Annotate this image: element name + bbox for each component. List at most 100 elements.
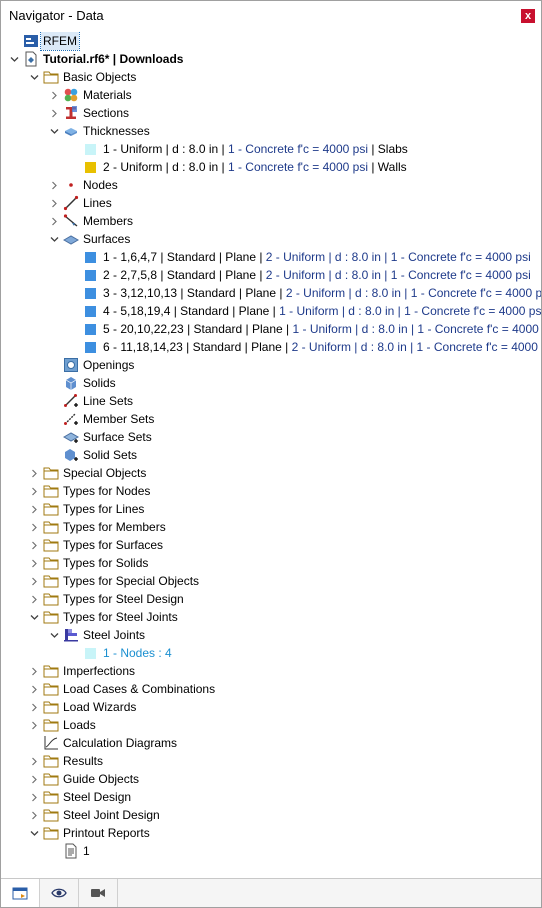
expand-chevron-icon[interactable] bbox=[49, 194, 59, 212]
tree-node-label: Thicknesses bbox=[81, 122, 152, 140]
expand-chevron-icon[interactable] bbox=[49, 212, 59, 230]
folder-icon bbox=[43, 681, 59, 697]
expand-chevron-icon[interactable] bbox=[29, 572, 39, 590]
tree-node[interactable]: Types for Nodes bbox=[1, 482, 541, 500]
expand-chevron-icon[interactable] bbox=[29, 752, 39, 770]
tree-node[interactable]: Surfaces bbox=[1, 230, 541, 248]
tree-node[interactable]: Basic Objects bbox=[1, 68, 541, 86]
tree-node[interactable]: Calculation Diagrams bbox=[1, 734, 541, 752]
expand-chevron-icon[interactable] bbox=[29, 662, 39, 680]
tree-node[interactable]: Types for Solids bbox=[1, 554, 541, 572]
close-button[interactable]: x bbox=[521, 9, 535, 23]
tree-node[interactable]: Types for Members bbox=[1, 518, 541, 536]
tree-node[interactable]: Steel Design bbox=[1, 788, 541, 806]
tree-node[interactable]: Nodes bbox=[1, 176, 541, 194]
collapse-chevron-icon[interactable] bbox=[29, 68, 39, 86]
expand-chevron-icon[interactable] bbox=[29, 536, 39, 554]
collapse-chevron-icon[interactable] bbox=[9, 50, 19, 68]
tree-node[interactable]: Sections bbox=[1, 104, 541, 122]
tree-node[interactable]: Load Cases & Combinations bbox=[1, 680, 541, 698]
expand-chevron-icon[interactable] bbox=[29, 788, 39, 806]
thickness-icon bbox=[63, 123, 79, 139]
folder-icon bbox=[43, 537, 59, 553]
tree-node[interactable]: Types for Surfaces bbox=[1, 536, 541, 554]
tree-node[interactable]: 1 bbox=[1, 842, 541, 860]
folder-icon bbox=[43, 69, 59, 85]
folder-icon bbox=[43, 501, 59, 517]
expand-chevron-icon[interactable] bbox=[49, 176, 59, 194]
expand-chevron-icon[interactable] bbox=[29, 770, 39, 788]
tree-node[interactable]: Types for Special Objects bbox=[1, 572, 541, 590]
label-segment: Load Cases & Combinations bbox=[63, 682, 216, 696]
solid-sets-icon bbox=[63, 447, 79, 463]
label-segment: 2 - Uniform | d : 8.0 in | 1 - Concrete … bbox=[285, 286, 541, 300]
collapse-chevron-icon[interactable] bbox=[29, 824, 39, 842]
tree-node[interactable]: Types for Steel Design bbox=[1, 590, 541, 608]
tree-node[interactable]: Steel Joints bbox=[1, 626, 541, 644]
tree-node-label: Results bbox=[61, 752, 105, 770]
expand-chevron-icon[interactable] bbox=[29, 716, 39, 734]
collapse-chevron-icon[interactable] bbox=[29, 608, 39, 626]
expand-chevron-icon[interactable] bbox=[29, 554, 39, 572]
expand-chevron-icon[interactable] bbox=[29, 806, 39, 824]
tree-node[interactable]: RFEM bbox=[1, 32, 541, 51]
expand-chevron-icon[interactable] bbox=[29, 464, 39, 482]
tree-node[interactable]: 5 - 20,10,22,23 | Standard | Plane | 1 -… bbox=[1, 320, 541, 338]
tree-node[interactable]: Solids bbox=[1, 374, 541, 392]
expand-chevron-icon[interactable] bbox=[49, 86, 59, 104]
tree-node[interactable]: Materials bbox=[1, 86, 541, 104]
tree-node[interactable]: Lines bbox=[1, 194, 541, 212]
tree-node[interactable]: Members bbox=[1, 212, 541, 230]
views-tab[interactable] bbox=[79, 879, 118, 907]
tree-node[interactable]: Special Objects bbox=[1, 464, 541, 482]
tree-node[interactable]: Printout Reports bbox=[1, 824, 541, 842]
lines-icon bbox=[63, 195, 79, 211]
tree-node[interactable]: 2 - 2,7,5,8 | Standard | Plane | 2 - Uni… bbox=[1, 266, 541, 284]
label-segment: 2 - Uniform | d : 8.0 in | bbox=[103, 160, 228, 174]
tree-node[interactable]: Imperfections bbox=[1, 662, 541, 680]
tree-node[interactable]: Types for Steel Joints bbox=[1, 608, 541, 626]
collapse-chevron-icon[interactable] bbox=[49, 122, 59, 140]
tree-node[interactable]: Surface Sets bbox=[1, 428, 541, 446]
tree-node[interactable]: 1 - Nodes : 4 bbox=[1, 644, 541, 662]
label-segment: Members bbox=[83, 214, 134, 228]
tree-node[interactable]: Openings bbox=[1, 356, 541, 374]
color-swatch bbox=[85, 342, 96, 353]
expand-chevron-icon[interactable] bbox=[29, 500, 39, 518]
tree-node[interactable]: Solid Sets bbox=[1, 446, 541, 464]
expand-chevron-icon[interactable] bbox=[29, 680, 39, 698]
display-tab[interactable] bbox=[40, 879, 79, 907]
tree-node[interactable]: Member Sets bbox=[1, 410, 541, 428]
tree-node[interactable]: Steel Joint Design bbox=[1, 806, 541, 824]
expand-chevron-icon[interactable] bbox=[29, 698, 39, 716]
tree-node[interactable]: Tutorial.rf6* | Downloads bbox=[1, 50, 541, 68]
tree-node[interactable]: Loads bbox=[1, 716, 541, 734]
label-segment: | Walls bbox=[368, 160, 407, 174]
label-segment: Sections bbox=[83, 106, 130, 120]
tree-node[interactable]: 6 - 11,18,14,23 | Standard | Plane | 2 -… bbox=[1, 338, 541, 356]
tree-node[interactable]: Guide Objects bbox=[1, 770, 541, 788]
color-swatch bbox=[85, 306, 96, 317]
tree-node[interactable]: Load Wizards bbox=[1, 698, 541, 716]
tree-node[interactable]: 2 - Uniform | d : 8.0 in | 1 - Concrete … bbox=[1, 158, 541, 176]
folder-icon bbox=[43, 789, 59, 805]
tree-node[interactable]: Thicknesses bbox=[1, 122, 541, 140]
collapse-chevron-icon[interactable] bbox=[49, 230, 59, 248]
folder-icon bbox=[43, 753, 59, 769]
folder-icon bbox=[43, 483, 59, 499]
expand-chevron-icon[interactable] bbox=[49, 104, 59, 122]
folder-icon bbox=[43, 771, 59, 787]
tree-node-label: Steel Joint Design bbox=[61, 806, 162, 824]
tree-node[interactable]: 1 - Uniform | d : 8.0 in | 1 - Concrete … bbox=[1, 140, 541, 158]
expand-chevron-icon[interactable] bbox=[29, 518, 39, 536]
collapse-chevron-icon[interactable] bbox=[49, 626, 59, 644]
tree-node[interactable]: 3 - 3,12,10,13 | Standard | Plane | 2 - … bbox=[1, 284, 541, 302]
data-tab[interactable] bbox=[1, 879, 40, 907]
tree-node[interactable]: Results bbox=[1, 752, 541, 770]
tree-node[interactable]: 1 - 1,6,4,7 | Standard | Plane | 2 - Uni… bbox=[1, 248, 541, 266]
expand-chevron-icon[interactable] bbox=[29, 590, 39, 608]
tree-node[interactable]: Line Sets bbox=[1, 392, 541, 410]
tree-node[interactable]: Types for Lines bbox=[1, 500, 541, 518]
tree-node[interactable]: 4 - 5,18,19,4 | Standard | Plane | 1 - U… bbox=[1, 302, 541, 320]
expand-chevron-icon[interactable] bbox=[29, 482, 39, 500]
